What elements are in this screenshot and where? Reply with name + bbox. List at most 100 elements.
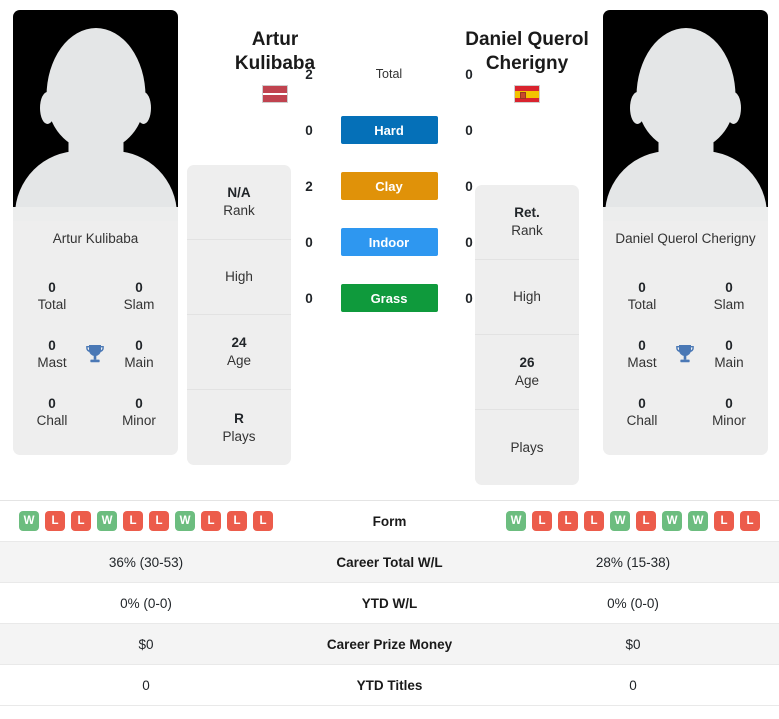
avatar-bottom-strip bbox=[603, 207, 768, 221]
flag-spain-band-bottom bbox=[515, 97, 539, 102]
stat-label-form: Form bbox=[372, 513, 407, 529]
titles-total-value-left: 0 bbox=[48, 279, 56, 295]
h2h-indoor-right-score: 0 bbox=[465, 234, 473, 250]
info-age-label-right: Age bbox=[514, 373, 540, 388]
ytd-wl-right: 0% (0-0) bbox=[607, 595, 659, 611]
info-age-label-left: Age bbox=[226, 353, 252, 368]
info-rank-right: Ret. Rank bbox=[475, 185, 579, 260]
info-age-right: 26 Age bbox=[475, 335, 579, 410]
career-total-wl-left: 36% (30-53) bbox=[108, 554, 184, 570]
form-badge-win: W bbox=[19, 511, 39, 531]
titles-main-right: 0 Main bbox=[702, 337, 756, 372]
h2h-row-clay: 2 Clay 0 bbox=[299, 172, 479, 200]
form-badge-loss: L bbox=[253, 511, 273, 531]
h2h-grass-label[interactable]: Grass bbox=[340, 284, 438, 312]
form-badge-win: W bbox=[175, 511, 195, 531]
stat-label-career-prize-money: Career Prize Money bbox=[326, 636, 453, 652]
titles-slam-label-right: Slam bbox=[713, 296, 745, 312]
info-plays-value-left: R bbox=[234, 410, 244, 426]
form-badge-loss: L bbox=[123, 511, 143, 531]
form-badge-loss: L bbox=[201, 511, 221, 531]
titles-main-value-right: 0 bbox=[725, 337, 733, 353]
titles-chall-right: 0 Chall bbox=[615, 395, 669, 430]
form-badge-win: W bbox=[662, 511, 682, 531]
info-plays-label-left: Plays bbox=[222, 428, 256, 444]
h2h-row-hard: 0 Hard 0 bbox=[299, 116, 479, 144]
player-first-name-left: Artur bbox=[251, 29, 299, 50]
form-badge-win: W bbox=[610, 511, 630, 531]
avatar-right bbox=[603, 10, 768, 221]
silhouette-ear-right bbox=[726, 92, 741, 124]
avatar-name-right: Daniel Querol Cherigny bbox=[615, 231, 756, 246]
info-age-value-right: 26 bbox=[519, 355, 535, 370]
career-prize-money-right: $0 bbox=[625, 636, 641, 652]
h2h-total-right-score: 0 bbox=[465, 66, 473, 82]
player-info-card-left: N/A Rank High 24 Age R Plays bbox=[187, 165, 291, 465]
h2h-row-indoor: 0 Indoor 0 bbox=[299, 228, 479, 256]
titles-total-left: 0 Total bbox=[25, 279, 79, 314]
titles-slam-value-right: 0 bbox=[725, 279, 733, 295]
titles-minor-right: 0 Minor bbox=[702, 395, 756, 430]
stat-label-ytd-wl: YTD W/L bbox=[361, 595, 418, 611]
silhouette-ear-left bbox=[630, 92, 645, 124]
flag-latvia-band-top bbox=[263, 86, 287, 93]
titles-mast-left: 0 Mast bbox=[25, 337, 79, 372]
avatar-bottom-strip bbox=[13, 207, 178, 221]
titles-chall-label-left: Chall bbox=[36, 412, 68, 428]
stat-label-career-total-wl: Career Total W/L bbox=[336, 554, 443, 570]
titles-total-label-left: Total bbox=[37, 296, 67, 312]
titles-mast-value-left: 0 bbox=[48, 337, 56, 353]
form-badge-loss: L bbox=[149, 511, 169, 531]
titles-main-label-right: Main bbox=[714, 354, 744, 370]
titles-mast-value-right: 0 bbox=[638, 337, 646, 353]
h2h-clay-left-score: 2 bbox=[305, 178, 313, 194]
player-comparison-panel: Artur Kulibaba 0 Total 0 Slam 0 Mast 0 M… bbox=[0, 0, 779, 495]
titles-main-left: 0 Main bbox=[112, 337, 166, 372]
h2h-indoor-label[interactable]: Indoor bbox=[340, 228, 438, 256]
h2h-total-label: Total bbox=[375, 67, 403, 81]
titles-chall-label-right: Chall bbox=[626, 412, 658, 428]
form-badge-win: W bbox=[97, 511, 117, 531]
form-badge-win: W bbox=[506, 511, 526, 531]
h2h-clay-right-score: 0 bbox=[465, 178, 473, 194]
table-row-ytd-titles: 0 YTD Titles 0 bbox=[0, 665, 779, 706]
titles-minor-label-left: Minor bbox=[122, 412, 156, 428]
info-plays-right: Plays bbox=[475, 410, 579, 485]
titles-total-label-right: Total bbox=[627, 296, 657, 312]
silhouette-ear-right bbox=[136, 92, 151, 124]
h2h-hard-left-score: 0 bbox=[305, 122, 313, 138]
info-high-left: High bbox=[187, 240, 291, 315]
info-rank-value-right: Ret. bbox=[514, 205, 540, 220]
table-row-ytd-wl: 0% (0-0) YTD W/L 0% (0-0) bbox=[0, 583, 779, 624]
titles-mast-right: 0 Mast bbox=[615, 337, 669, 372]
info-rank-label-right: Rank bbox=[511, 223, 543, 238]
h2h-hard-label[interactable]: Hard bbox=[340, 116, 438, 144]
titles-mast-label-right: Mast bbox=[627, 354, 657, 370]
titles-main-label-left: Main bbox=[124, 354, 154, 370]
titles-minor-value-right: 0 bbox=[725, 395, 733, 411]
h2h-total-left-score: 2 bbox=[305, 66, 313, 82]
career-prize-money-left: $0 bbox=[138, 636, 154, 652]
ytd-titles-right: 0 bbox=[629, 677, 637, 693]
info-plays-left: R Plays bbox=[187, 390, 291, 465]
form-badges-left: WLLWLLWLLL bbox=[0, 511, 292, 531]
h2h-row-grass: 0 Grass 0 bbox=[299, 284, 479, 312]
flag-spain-icon bbox=[514, 85, 540, 103]
form-badge-win: W bbox=[688, 511, 708, 531]
flag-latvia-icon bbox=[262, 85, 288, 103]
h2h-clay-label[interactable]: Clay bbox=[340, 172, 438, 200]
form-badge-loss: L bbox=[532, 511, 552, 531]
h2h-row-total: 2 Total 0 bbox=[299, 60, 479, 88]
player-card-right: Daniel Querol Cherigny 0 Total 0 Slam 0 … bbox=[603, 10, 768, 455]
player-info-card-right: Ret. Rank High 26 Age Plays bbox=[475, 185, 579, 485]
h2h-grass-left-score: 0 bbox=[305, 290, 313, 306]
form-badge-loss: L bbox=[558, 511, 578, 531]
table-row-career-prize-money: $0 Career Prize Money $0 bbox=[0, 624, 779, 665]
stat-label-ytd-titles: YTD Titles bbox=[356, 677, 423, 693]
titles-minor-value-left: 0 bbox=[135, 395, 143, 411]
h2h-hard-right-score: 0 bbox=[465, 122, 473, 138]
head-to-head-panel: 2 Total 0 0 Hard 0 2 Clay 0 0 Indoor 0 0… bbox=[299, 60, 479, 312]
titles-chall-value-right: 0 bbox=[638, 395, 646, 411]
titles-slam-value-left: 0 bbox=[135, 279, 143, 295]
titles-slam-right: 0 Slam bbox=[702, 279, 756, 314]
